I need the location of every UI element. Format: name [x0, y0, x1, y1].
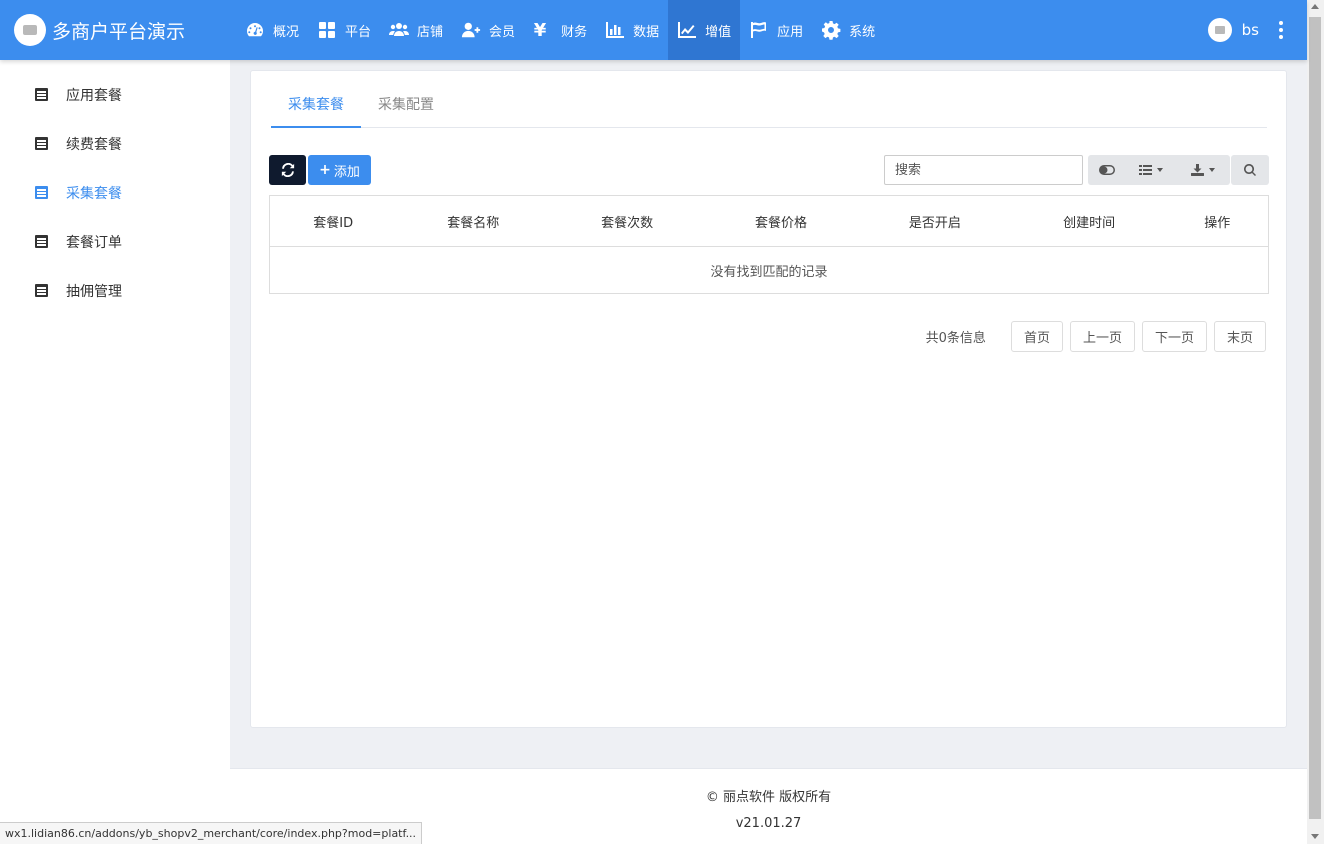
first-page-button[interactable]: 首页	[1010, 321, 1063, 352]
table-header-row: 套餐ID 套餐名称 套餐次数 套餐价格 是否开启 创建时间 操作	[269, 195, 1269, 247]
sidebar-item-collect-package[interactable]: 采集套餐	[0, 168, 230, 217]
scrollbar-thumb[interactable]	[1309, 17, 1321, 819]
tab-bar: 采集套餐 采集配置	[271, 91, 1267, 128]
document-icon	[35, 186, 48, 199]
brand-logo-icon	[14, 14, 46, 46]
dashboard-icon	[247, 23, 263, 37]
nav-item-finance[interactable]: ¥ 财务	[524, 0, 596, 60]
column-header-enabled[interactable]: 是否开启	[857, 195, 1012, 247]
nav-label: 会员	[489, 24, 516, 40]
refresh-icon	[281, 163, 294, 177]
list-icon	[1139, 165, 1152, 175]
grid-icon	[319, 22, 336, 38]
document-icon	[35, 88, 48, 101]
tab-collect-package[interactable]: 采集套餐	[271, 91, 361, 128]
line-chart-icon	[678, 22, 697, 38]
users-icon	[389, 23, 410, 36]
nav-item-apps[interactable]: 应用	[740, 0, 812, 60]
sidebar: 应用套餐 续费套餐 采集套餐 套餐订单 抽佣管理	[0, 60, 230, 844]
column-header-count[interactable]: 套餐次数	[550, 195, 705, 247]
sidebar-item-label: 抽佣管理	[66, 283, 122, 300]
page-scrollbar[interactable]	[1307, 0, 1324, 844]
document-icon	[35, 235, 48, 248]
column-header-actions: 操作	[1166, 195, 1269, 247]
columns-dropdown-button[interactable]	[1126, 155, 1176, 185]
more-vertical-icon[interactable]	[1275, 19, 1287, 41]
table-row: 没有找到匹配的记录	[270, 247, 1269, 294]
column-header-id[interactable]: 套餐ID	[269, 195, 397, 247]
nav-item-store[interactable]: 店铺	[380, 0, 452, 60]
sidebar-item-package-orders[interactable]: 套餐订单	[0, 217, 230, 266]
copyright: © 丽点软件 版权所有	[705, 790, 832, 805]
export-dropdown-button[interactable]	[1176, 155, 1230, 185]
search-button[interactable]	[1231, 155, 1269, 185]
sidebar-item-label: 应用套餐	[66, 87, 122, 104]
toggle-icon	[1099, 165, 1115, 175]
brand[interactable]: 多商户平台演示	[0, 0, 232, 60]
document-icon	[35, 137, 48, 150]
nav-item-data[interactable]: 数据	[596, 0, 668, 60]
empty-state: 没有找到匹配的记录	[710, 264, 828, 280]
status-bar-url: wx1.lidian86.cn/addons/yb_shopv2_merchan…	[0, 822, 423, 844]
nav-item-overview[interactable]: 概况	[236, 0, 308, 60]
nav-item-value-added[interactable]: 增值	[668, 0, 741, 60]
nav-label: 概况	[273, 24, 300, 40]
last-page-button[interactable]: 末页	[1213, 321, 1266, 352]
pagination: 共0条信息 首页 上一页 下一页 末页	[926, 321, 1266, 352]
nav-item-system[interactable]: 系统	[812, 0, 884, 60]
sidebar-item-label: 采集套餐	[66, 185, 122, 202]
column-header-name[interactable]: 套餐名称	[396, 195, 551, 247]
download-icon	[1191, 164, 1204, 176]
chevron-down-icon	[1209, 168, 1215, 172]
column-header-price[interactable]: 套餐价格	[704, 195, 858, 247]
user-area: bs	[1207, 0, 1287, 60]
nav-item-member[interactable]: 会员	[452, 0, 524, 60]
sidebar-item-renewal-package[interactable]: 续费套餐	[0, 119, 230, 168]
nav-label: 财务	[561, 24, 588, 40]
column-header-created[interactable]: 创建时间	[1011, 195, 1167, 247]
sidebar-item-commission[interactable]: 抽佣管理	[0, 266, 230, 315]
next-page-button[interactable]: 下一页	[1141, 321, 1207, 352]
pagination-info: 共0条信息	[925, 331, 986, 346]
prev-page-button[interactable]: 上一页	[1069, 321, 1135, 352]
table-tools	[1088, 155, 1230, 185]
nav-label: 店铺	[417, 24, 444, 40]
toggle-view-button[interactable]	[1088, 155, 1126, 185]
sidebar-item-label: 续费套餐	[66, 136, 122, 153]
add-button[interactable]: + 添加	[308, 155, 371, 185]
add-button-label: 添加	[333, 164, 360, 180]
main-nav: 概况 平台 店铺 会员 ¥ 财务 数据 增值 应用 系统	[236, 0, 884, 60]
avatar[interactable]	[1207, 18, 1232, 42]
bar-chart-icon	[606, 22, 625, 38]
document-icon	[35, 284, 48, 297]
refresh-button[interactable]	[269, 155, 306, 185]
gear-icon	[822, 21, 841, 40]
username[interactable]: bs	[1242, 21, 1259, 39]
plus-icon: +	[319, 162, 331, 178]
nav-label: 平台	[345, 24, 372, 40]
nav-label: 数据	[633, 24, 660, 40]
flag-icon	[751, 22, 767, 38]
chevron-down-icon	[1157, 168, 1163, 172]
nav-label: 系统	[849, 24, 876, 40]
sidebar-item-label: 套餐订单	[66, 234, 122, 251]
scroll-up-icon[interactable]	[1311, 4, 1319, 9]
user-plus-icon	[461, 22, 481, 38]
tab-collect-config[interactable]: 采集配置	[361, 91, 451, 128]
brand-title: 多商户平台演示	[52, 20, 186, 43]
content-card: 采集套餐 采集配置 + 添加 套餐ID 套餐名称 套餐次数 套餐	[250, 70, 1287, 728]
top-navbar: 多商户平台演示 概况 平台 店铺 会员 ¥ 财务 数据 增值 应用 系统 bs	[0, 0, 1307, 60]
search-icon	[1244, 164, 1256, 176]
search-input[interactable]	[884, 155, 1083, 185]
nav-item-platform[interactable]: 平台	[308, 0, 380, 60]
nav-label: 增值	[705, 24, 732, 40]
package-table: 套餐ID 套餐名称 套餐次数 套餐价格 是否开启 创建时间 操作 没有找到匹配的…	[269, 195, 1269, 294]
scroll-down-icon[interactable]	[1311, 834, 1319, 839]
sidebar-item-app-package[interactable]: 应用套餐	[0, 70, 230, 119]
yen-icon: ¥	[533, 19, 547, 41]
nav-label: 应用	[777, 24, 804, 40]
